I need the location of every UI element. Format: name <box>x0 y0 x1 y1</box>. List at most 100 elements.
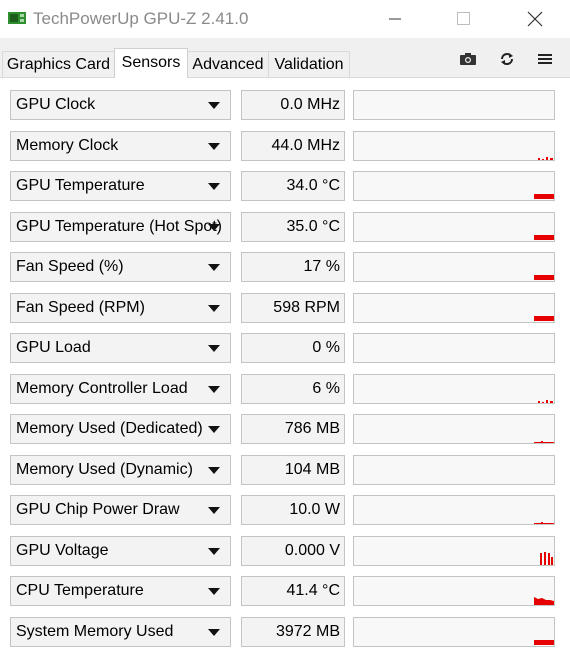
window-title: TechPowerUp GPU-Z 2.41.0 <box>33 9 249 28</box>
sensor-graph-trace <box>534 315 554 321</box>
sensor-value: 17 % <box>303 258 340 275</box>
chevron-down-icon <box>208 628 220 636</box>
chevron-down-icon <box>208 507 220 514</box>
sensor-row: GPU Load 0 % <box>0 333 570 365</box>
sensor-name: Memory Clock <box>16 136 119 154</box>
tab-graphics-card[interactable]: Graphics Card <box>2 51 115 77</box>
chevron-down-icon <box>208 142 220 150</box>
chevron-down-icon <box>208 426 220 433</box>
sensor-graph <box>353 535 555 566</box>
sensor-value-box: 786 MB <box>241 414 345 444</box>
sensor-name: Fan Speed (RPM) <box>16 298 145 316</box>
sensor-graph-trace <box>534 639 554 645</box>
sensor-value-box: 3972 MB <box>241 616 345 647</box>
sensor-graph-trace <box>534 194 554 199</box>
sensor-name: System Memory Used <box>16 622 174 640</box>
chevron-down-icon <box>208 385 220 393</box>
sensor-select[interactable]: GPU Clock <box>10 90 231 120</box>
chevron-down-icon <box>208 547 220 555</box>
tab-validation[interactable]: Validation <box>268 51 350 77</box>
sensor-graph <box>353 252 555 282</box>
tab-advanced[interactable]: Advanced <box>187 51 269 77</box>
chevron-down-icon <box>208 102 220 109</box>
sensor-value-box: 35.0 °C <box>241 211 345 242</box>
sensor-value: 0.0 MHz <box>280 96 340 113</box>
sensor-select[interactable]: GPU Temperature <box>10 171 231 201</box>
sensor-graph <box>353 90 555 120</box>
sensor-select[interactable]: Memory Controller Load <box>10 373 231 404</box>
chevron-down-icon <box>208 264 220 271</box>
sensor-graph-trace <box>540 551 553 565</box>
sensor-select[interactable]: GPU Load <box>10 333 231 363</box>
gpu-z-app-icon <box>8 12 26 24</box>
sensor-value: 104 MB <box>284 460 340 478</box>
sensor-graph-trace <box>538 399 553 403</box>
maximize-icon <box>457 12 470 25</box>
refresh-icon[interactable] <box>497 50 517 68</box>
sensor-row: GPU Clock 0.0 MHz <box>0 90 570 122</box>
sensor-name: Memory Used (Dedicated) <box>16 420 203 437</box>
sensor-select[interactable]: GPU Voltage <box>10 535 231 566</box>
menu-icon[interactable] <box>535 50 555 68</box>
sensor-value: 598 RPM <box>273 298 340 316</box>
sensor-graph <box>353 495 555 525</box>
sensor-value-box: 17 % <box>241 252 345 282</box>
sensor-value-box: 6 % <box>241 373 345 404</box>
sensor-graph <box>353 333 555 363</box>
close-icon <box>527 11 543 27</box>
chevron-down-icon <box>208 345 220 352</box>
sensor-row: Memory Controller Load 6 % <box>0 373 570 406</box>
sensors-panel: GPU Clock 0.0 MHz Memory Clock 44.0 MHz GPU … <box>0 78 570 667</box>
sensor-value-box: 41.4 °C <box>241 576 345 606</box>
sensor-select[interactable]: CPU Temperature <box>10 576 231 606</box>
sensor-select[interactable]: Memory Clock <box>10 130 231 161</box>
sensor-row: Memory Clock 44.0 MHz <box>0 130 570 163</box>
sensor-graph <box>353 414 555 444</box>
sensor-name: GPU Chip Power Draw <box>16 501 180 518</box>
sensor-select[interactable]: Memory Used (Dedicated) <box>10 414 231 444</box>
chevron-down-icon <box>208 588 220 595</box>
sensor-graph <box>353 616 555 647</box>
sensor-graph <box>353 130 555 161</box>
sensor-value: 10.0 W <box>289 501 340 518</box>
sensor-row: Memory Used (Dynamic) 104 MB <box>0 454 570 487</box>
sensor-select[interactable]: GPU Temperature (Hot Spot) <box>10 211 231 242</box>
tab-sensors[interactable]: Sensors <box>114 48 188 78</box>
minimize-button[interactable] <box>372 0 418 38</box>
sensor-value: 34.0 °C <box>286 177 340 194</box>
sensor-value-box: 598 RPM <box>241 292 345 323</box>
chevron-down-icon <box>208 304 220 312</box>
camera-icon[interactable] <box>458 50 478 68</box>
sensor-select[interactable]: System Memory Used <box>10 616 231 647</box>
sensor-value-box: 0.0 MHz <box>241 90 345 120</box>
sensor-name: GPU Temperature <box>16 177 145 194</box>
tab-bar: Graphics Card Sensors Advanced Validatio… <box>0 38 570 78</box>
sensor-graph-trace <box>534 597 554 605</box>
sensor-row: CPU Temperature 41.4 °C <box>0 576 570 608</box>
sensor-value-box: 10.0 W <box>241 495 345 525</box>
maximize-button[interactable] <box>440 0 486 38</box>
sensor-select[interactable]: Fan Speed (RPM) <box>10 292 231 323</box>
sensor-row: Memory Used (Dedicated) 786 MB <box>0 414 570 446</box>
sensor-select[interactable]: Fan Speed (%) <box>10 252 231 282</box>
sensor-graph-trace <box>534 441 554 443</box>
sensor-graph-trace <box>534 234 554 240</box>
sensor-graph-trace <box>538 156 553 160</box>
sensor-name: CPU Temperature <box>16 582 144 599</box>
sensor-name: Memory Controller Load <box>16 379 188 397</box>
sensor-row: GPU Temperature 34.0 °C <box>0 171 570 203</box>
sensor-value-box: 0.000 V <box>241 535 345 566</box>
sensor-value: 0 % <box>312 339 340 356</box>
sensor-name: GPU Voltage <box>16 541 109 559</box>
chevron-down-icon <box>208 223 220 231</box>
close-button[interactable] <box>512 0 558 38</box>
sensor-row: GPU Temperature (Hot Spot) 35.0 °C <box>0 211 570 244</box>
sensor-value-box: 0 % <box>241 333 345 363</box>
sensor-select[interactable]: Memory Used (Dynamic) <box>10 454 231 485</box>
sensor-graph <box>353 211 555 242</box>
sensor-value-box: 34.0 °C <box>241 171 345 201</box>
sensor-name: Memory Used (Dynamic) <box>16 460 193 478</box>
sensor-graph-trace <box>354 91 556 121</box>
sensor-select[interactable]: GPU Chip Power Draw <box>10 495 231 525</box>
sensor-graph <box>353 292 555 323</box>
